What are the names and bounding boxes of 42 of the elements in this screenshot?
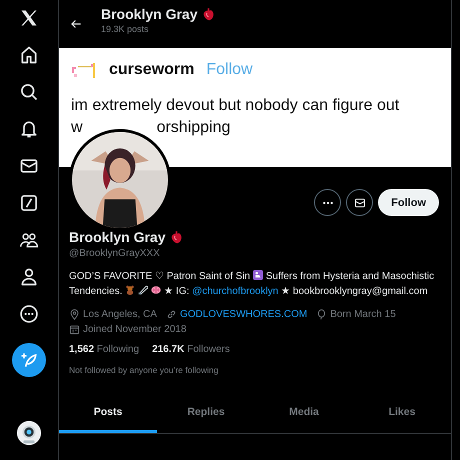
profile-tab[interactable]: Likes	[353, 393, 451, 433]
following-link[interactable]: 1,562 Following	[69, 344, 140, 355]
joined-date: Joined November 2018	[83, 324, 186, 334]
search-icon[interactable]	[19, 82, 39, 102]
display-name: Brooklyn Gray	[69, 229, 166, 245]
balloon-icon	[316, 308, 328, 320]
profile-title: Brooklyn Gray	[101, 6, 198, 22]
home-icon[interactable]	[19, 45, 39, 65]
followers-link[interactable]: 216.7K Followers	[152, 344, 230, 355]
post-count: 19.3K posts	[101, 24, 150, 34]
followers-note: Not followed by anyone you’re following	[69, 365, 220, 375]
birthday-text: Born March 15	[330, 308, 396, 320]
banner-author: curseworm	[109, 61, 194, 79]
banner-quote-text: im extremely devout but nobody can figure out	[71, 97, 400, 115]
bell-icon[interactable]	[19, 119, 39, 139]
banner-quote-text: w	[71, 119, 83, 137]
profile-icon[interactable]	[19, 267, 39, 287]
banner-quote-text: orshipping	[156, 119, 230, 137]
safety-pin-icon	[138, 285, 148, 295]
profile-tab[interactable]: Posts	[59, 393, 157, 433]
x-logo-icon[interactable]	[19, 8, 39, 28]
location-text: Los Angeles, CA	[83, 308, 157, 320]
message-button[interactable]	[346, 189, 374, 216]
mail-icon	[354, 196, 366, 208]
brain-icon	[151, 285, 162, 295]
follow-button[interactable]: Follow	[378, 189, 439, 216]
post-button[interactable]	[12, 343, 46, 377]
profile-tab[interactable]: Media	[255, 393, 353, 433]
banner-follow-text: Follow	[206, 61, 253, 79]
more-icon[interactable]	[19, 304, 39, 324]
profile-tab[interactable]: Replies	[157, 393, 255, 433]
location-pin-icon	[69, 308, 80, 320]
teddy-bear-icon	[125, 285, 136, 295]
more-options-button[interactable]	[314, 189, 342, 216]
instagram-link[interactable]: @churchofbrooklyn	[192, 286, 278, 297]
slash-square-icon[interactable]	[19, 193, 39, 213]
website-link[interactable]: GODLOVESWHORES.COM	[180, 308, 308, 320]
link-icon	[166, 308, 177, 320]
account-avatar-icon[interactable]	[16, 420, 42, 446]
username: @BrooklynGrayXXX	[69, 248, 161, 259]
bio-text: GOD’S FAVORITE ♡ Patron Saint of Sin Suffers from Hysteria and Masochistic Tendencies. ★ IG: @churchofbrooklyn ★ bookbrooklyngray@gmail.com	[69, 269, 436, 299]
calendar-icon	[69, 324, 80, 334]
